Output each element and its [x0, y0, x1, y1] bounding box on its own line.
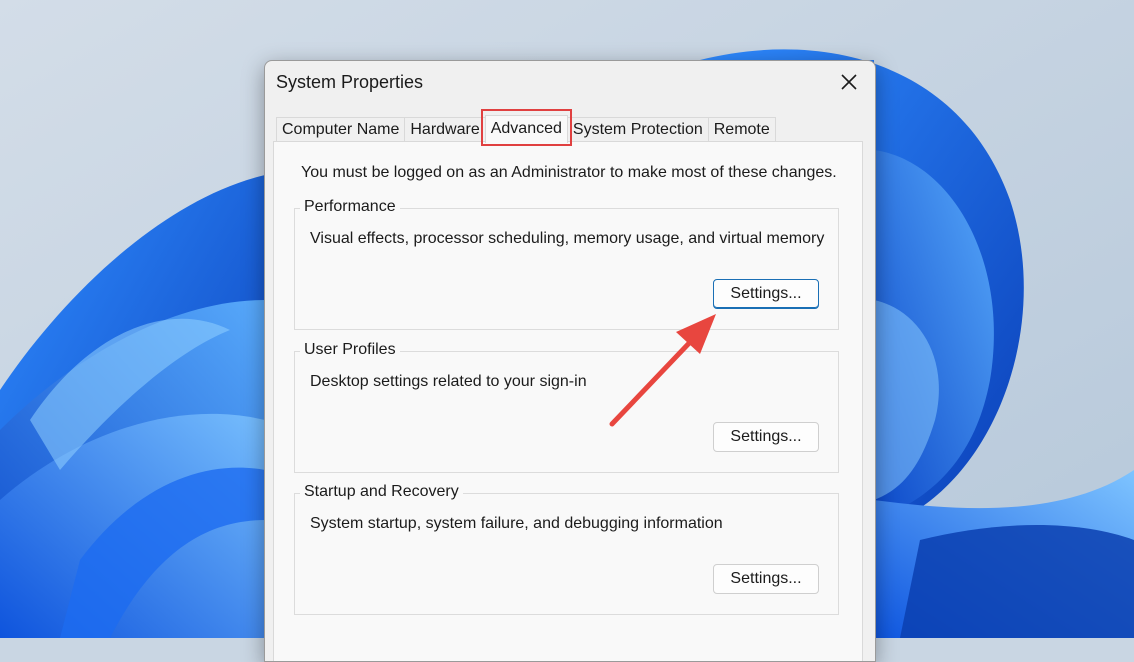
group-label: Startup and Recovery — [300, 483, 463, 501]
startup-recovery-group: Startup and Recovery System startup, sys… — [294, 483, 839, 615]
startup-recovery-settings-button[interactable]: Settings... — [713, 564, 819, 594]
tab-remote[interactable]: Remote — [707, 117, 776, 142]
user-profiles-group: User Profiles Desktop settings related t… — [294, 341, 839, 473]
performance-group: Performance Visual effects, processor sc… — [294, 198, 839, 330]
tab-label: Hardware — [410, 121, 480, 138]
tab-label: Remote — [713, 121, 770, 138]
group-label: User Profiles — [300, 341, 400, 359]
user-profiles-settings-button[interactable]: Settings... — [713, 422, 819, 452]
close-icon — [841, 74, 857, 90]
tab-computer-name[interactable]: Computer Name — [276, 117, 406, 142]
tab-hardware[interactable]: Hardware — [404, 117, 486, 142]
group-description: System startup, system failure, and debu… — [310, 515, 723, 532]
advanced-tab-panel: You must be logged on as an Administrato… — [273, 141, 863, 661]
tab-label: Advanced — [490, 120, 562, 137]
group-label: Performance — [300, 198, 400, 216]
tab-strip: Computer Name Hardware Advanced System P… — [276, 109, 776, 146]
group-description: Desktop settings related to your sign-in — [310, 373, 587, 390]
tab-system-protection[interactable]: System Protection — [566, 117, 709, 142]
title-bar[interactable]: System Properties — [265, 61, 875, 103]
tab-label: Computer Name — [282, 121, 400, 138]
admin-notice: You must be logged on as an Administrato… — [301, 164, 837, 181]
performance-settings-button[interactable]: Settings... — [713, 279, 819, 309]
tab-advanced[interactable]: Advanced — [480, 109, 572, 146]
system-properties-dialog: System Properties Computer Name Hardware… — [264, 60, 876, 662]
tab-label: System Protection — [572, 121, 703, 138]
group-description: Visual effects, processor scheduling, me… — [310, 230, 825, 247]
close-button[interactable] — [833, 67, 865, 97]
dialog-title: System Properties — [276, 72, 424, 92]
